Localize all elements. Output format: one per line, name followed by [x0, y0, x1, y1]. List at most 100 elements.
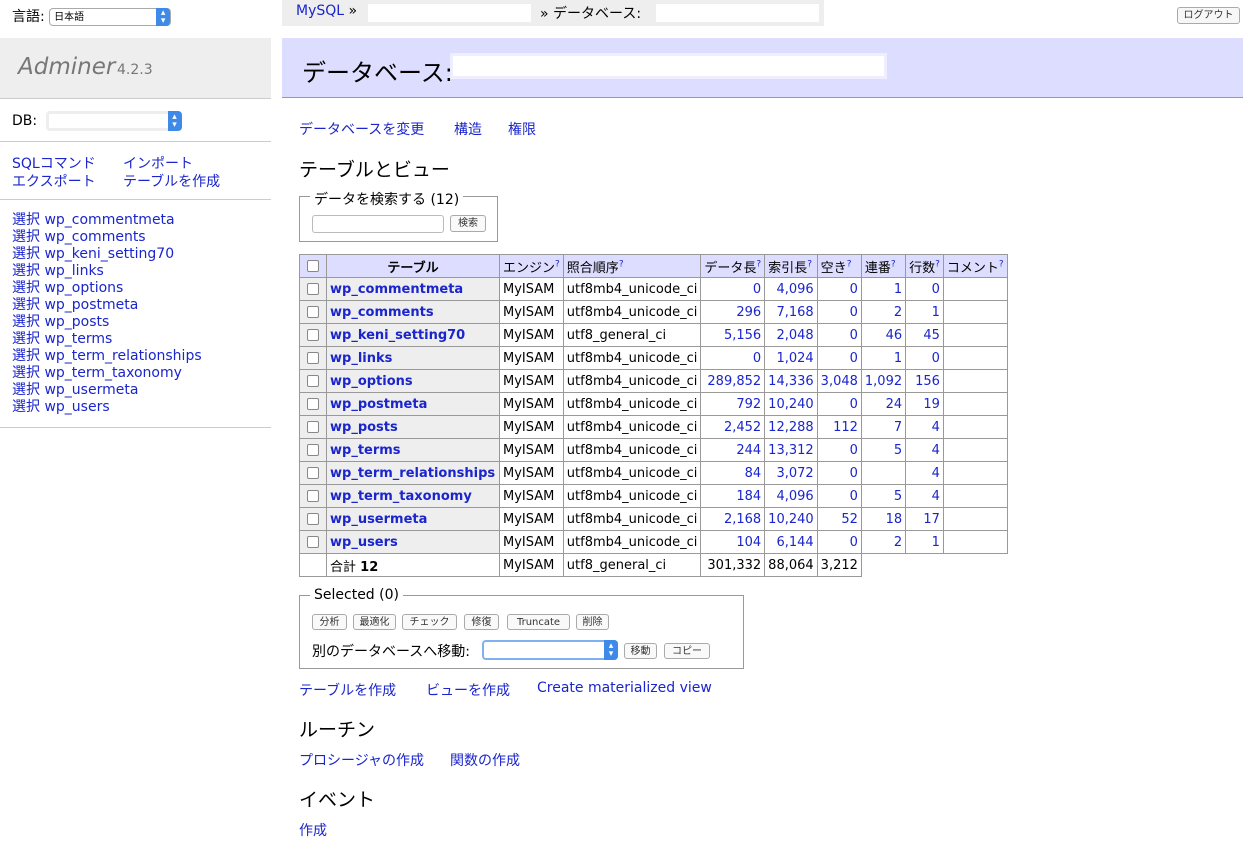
index-length-value[interactable]: 6,144	[776, 535, 813, 550]
help-icon[interactable]: ?	[756, 259, 761, 269]
data-free-value[interactable]: 0	[850, 535, 858, 550]
auto-increment-value[interactable]: 2	[894, 535, 902, 550]
table-structure-link[interactable]: wp_terms	[44, 331, 112, 347]
data-length-value[interactable]: 289,852	[707, 374, 761, 389]
row-count-value[interactable]: 4	[932, 443, 940, 458]
check-button[interactable]: チェック	[402, 614, 457, 630]
data-length-value[interactable]: 296	[736, 305, 761, 320]
sql-command-link[interactable]: SQLコマンド	[12, 153, 96, 173]
row-checkbox[interactable]	[307, 536, 319, 548]
search-button[interactable]: 検索	[450, 215, 486, 232]
data-free-value[interactable]: 3,048	[821, 374, 858, 389]
row-count-value[interactable]: 4	[932, 489, 940, 504]
select-table-link[interactable]: 選択	[12, 331, 40, 347]
row-count-value[interactable]: 156	[915, 374, 940, 389]
table-name-link[interactable]: wp_terms	[330, 443, 401, 458]
data-length-value[interactable]: 184	[736, 489, 761, 504]
move-button[interactable]: 移動	[624, 643, 657, 659]
table-structure-link[interactable]: wp_comments	[44, 229, 145, 245]
select-table-link[interactable]: 選択	[12, 246, 40, 262]
table-structure-link[interactable]: wp_options	[44, 280, 123, 296]
row-checkbox[interactable]	[307, 375, 319, 387]
schema-link[interactable]: 構造	[454, 119, 482, 139]
row-count-value[interactable]: 19	[923, 397, 940, 412]
row-count-value[interactable]: 0	[932, 351, 940, 366]
select-table-link[interactable]: 選択	[12, 212, 40, 228]
index-length-value[interactable]: 3,072	[776, 466, 813, 481]
data-length-value[interactable]: 0	[753, 351, 761, 366]
table-name-link[interactable]: wp_commentmeta	[330, 282, 463, 297]
data-length-value[interactable]: 792	[736, 397, 761, 412]
data-length-value[interactable]: 2,452	[724, 420, 761, 435]
index-length-value[interactable]: 4,096	[776, 489, 813, 504]
help-icon[interactable]: ?	[555, 259, 560, 269]
table-structure-link[interactable]: wp_term_relationships	[44, 348, 201, 364]
data-length-value[interactable]: 5,156	[724, 328, 761, 343]
data-length-value[interactable]: 0	[753, 282, 761, 297]
data-length-value[interactable]: 104	[736, 535, 761, 550]
select-table-link[interactable]: 選択	[12, 314, 40, 330]
help-icon[interactable]: ?	[619, 259, 624, 269]
table-name-link[interactable]: wp_term_taxonomy	[330, 489, 472, 504]
row-checkbox[interactable]	[307, 398, 319, 410]
table-name-link[interactable]: wp_keni_setting70	[330, 328, 465, 343]
index-length-value[interactable]: 13,312	[768, 443, 814, 458]
index-length-value[interactable]: 12,288	[768, 420, 814, 435]
data-free-value[interactable]: 0	[850, 351, 858, 366]
select-all-checkbox[interactable]	[307, 260, 319, 272]
selected-legend[interactable]: Selected (0)	[310, 587, 403, 603]
data-free-value[interactable]: 0	[850, 328, 858, 343]
import-link[interactable]: インポート	[123, 153, 193, 173]
select-table-link[interactable]: 選択	[12, 280, 40, 296]
table-name-link[interactable]: wp_comments	[330, 305, 434, 320]
row-checkbox[interactable]	[307, 283, 319, 295]
export-link[interactable]: エクスポート	[12, 171, 96, 191]
help-icon[interactable]: ?	[891, 259, 896, 269]
index-length-value[interactable]: 10,240	[768, 512, 814, 527]
data-free-value[interactable]: 0	[850, 305, 858, 320]
help-icon[interactable]: ?	[999, 259, 1004, 269]
row-checkbox[interactable]	[307, 513, 319, 525]
data-free-value[interactable]: 0	[850, 466, 858, 481]
alter-database-link[interactable]: データベースを変更	[299, 119, 424, 139]
search-input[interactable]	[312, 215, 444, 233]
row-count-value[interactable]: 1	[932, 305, 940, 320]
index-length-value[interactable]: 4,096	[776, 282, 813, 297]
create-materialized-view-link[interactable]: Create materialized view	[537, 680, 712, 696]
create-view-link[interactable]: ビューを作成	[426, 680, 510, 700]
auto-increment-value[interactable]: 2	[894, 305, 902, 320]
table-name-link[interactable]: wp_term_relationships	[330, 466, 495, 481]
index-length-value[interactable]: 7,168	[776, 305, 813, 320]
data-free-value[interactable]: 52	[841, 512, 858, 527]
auto-increment-value[interactable]: 1	[894, 282, 902, 297]
table-structure-link[interactable]: wp_commentmeta	[44, 212, 174, 228]
select-table-link[interactable]: 選択	[12, 382, 40, 398]
row-count-value[interactable]: 4	[932, 420, 940, 435]
data-free-value[interactable]: 0	[850, 489, 858, 504]
table-structure-link[interactable]: wp_term_taxonomy	[44, 365, 181, 381]
row-checkbox[interactable]	[307, 444, 319, 456]
data-length-value[interactable]: 2,168	[724, 512, 761, 527]
create-procedure-link[interactable]: プロシージャの作成	[299, 750, 424, 770]
data-length-value[interactable]: 244	[736, 443, 761, 458]
data-free-value[interactable]: 0	[850, 397, 858, 412]
auto-increment-value[interactable]: 1,092	[865, 374, 902, 389]
create-table-link[interactable]: テーブルを作成	[123, 171, 220, 191]
auto-increment-value[interactable]: 18	[886, 512, 903, 527]
repair-button[interactable]: 修復	[464, 614, 499, 630]
privileges-link[interactable]: 権限	[508, 119, 536, 139]
row-count-value[interactable]: 4	[932, 466, 940, 481]
row-count-value[interactable]: 0	[932, 282, 940, 297]
data-length-value[interactable]: 84	[745, 466, 762, 481]
create-function-link[interactable]: 関数の作成	[450, 750, 520, 770]
row-count-value[interactable]: 17	[923, 512, 940, 527]
row-checkbox[interactable]	[307, 490, 319, 502]
table-name-link[interactable]: wp_links	[330, 351, 392, 366]
create-table-link[interactable]: テーブルを作成	[299, 680, 396, 700]
create-event-link[interactable]: 作成	[299, 820, 327, 840]
select-table-link[interactable]: 選択	[12, 399, 40, 415]
table-structure-link[interactable]: wp_users	[44, 399, 109, 415]
data-free-value[interactable]: 112	[833, 420, 858, 435]
data-free-value[interactable]: 0	[850, 443, 858, 458]
optimize-button[interactable]: 最適化	[353, 614, 396, 630]
